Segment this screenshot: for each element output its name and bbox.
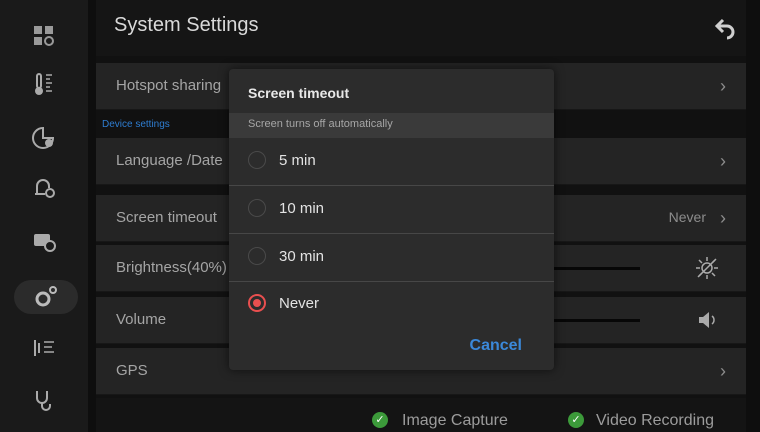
row-label: GPS — [116, 362, 148, 379]
row-value: Never — [668, 209, 706, 225]
radio-button[interactable] — [248, 199, 266, 217]
dialog-subtitle: Screen turns off automatically — [248, 118, 393, 130]
option-label: 10 min — [279, 200, 325, 217]
image-capture-label: Image Capture — [402, 412, 508, 429]
chevron-right-icon: › — [720, 361, 726, 381]
row-label: Language /Date — [116, 152, 223, 169]
option-30-min[interactable]: 30 min — [229, 234, 554, 282]
row-label: Volume — [116, 311, 167, 328]
dialog-subtitle-bar: Screen turns off automatically — [229, 113, 554, 138]
brightness-slider[interactable] — [550, 267, 640, 270]
row-label: Brightness(40%) — [116, 259, 227, 276]
chevron-right-icon: › — [720, 151, 726, 171]
video-recording-label: Video Recording — [596, 412, 715, 429]
dialog-title: Screen timeout — [248, 85, 350, 101]
check-icon: ✓ — [372, 412, 388, 428]
radio-button-selected[interactable] — [248, 294, 266, 312]
radio-button[interactable] — [248, 247, 266, 265]
section-label: Device settings — [102, 119, 170, 130]
camera-settings-icon[interactable] — [24, 220, 64, 260]
brightness-icon — [696, 257, 718, 279]
chevron-right-icon: › — [720, 76, 726, 96]
row-label: Hotspot sharing — [116, 77, 222, 94]
option-label: 30 min — [279, 248, 325, 265]
volume-slider[interactable] — [550, 319, 640, 322]
page-title: System Settings — [114, 14, 259, 36]
alarm-settings-icon[interactable] — [24, 168, 64, 208]
system-settings-icon[interactable] — [14, 280, 78, 314]
row-label: Screen timeout — [116, 209, 217, 226]
temperature-icon[interactable] — [24, 64, 64, 104]
option-label: Never — [279, 295, 320, 312]
option-never[interactable]: Never — [229, 281, 554, 328]
option-10-min[interactable]: 10 min — [229, 186, 554, 234]
back-icon[interactable] — [706, 10, 746, 46]
status-footer: ✓ Image Capture ✓ Video Recording — [96, 398, 746, 432]
chart-settings-icon[interactable] — [24, 118, 64, 158]
check-icon: ✓ — [568, 412, 584, 428]
radio-button[interactable] — [248, 151, 266, 169]
chevron-right-icon: › — [720, 208, 726, 228]
stethoscope-icon[interactable] — [24, 380, 64, 420]
apps-settings-icon[interactable] — [24, 16, 64, 56]
cancel-button[interactable]: Cancel — [470, 337, 522, 355]
option-5-min[interactable]: 5 min — [229, 138, 554, 186]
signal-icon[interactable] — [24, 328, 64, 368]
option-label: 5 min — [279, 152, 316, 169]
header: System Settings — [96, 0, 746, 56]
sidebar — [0, 0, 88, 432]
screen-timeout-dialog: Screen timeout Screen turns off automati… — [229, 69, 554, 370]
speaker-icon — [699, 312, 715, 328]
